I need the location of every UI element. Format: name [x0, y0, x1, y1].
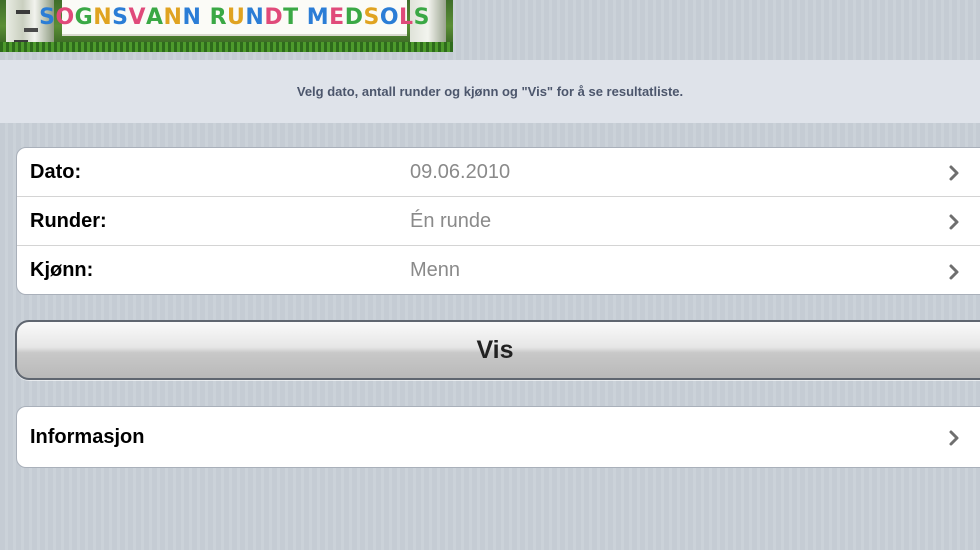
row-informasjon[interactable]: Informasjon	[17, 407, 980, 467]
banner-letter	[201, 5, 209, 30]
row-value-dato: 09.06.2010	[410, 160, 511, 183]
vis-button-label: Vis	[476, 335, 514, 364]
banner-letter: R	[209, 4, 228, 30]
banner-letter: S	[39, 4, 56, 30]
banner-letter: A	[146, 4, 164, 30]
row-dato[interactable]: Dato: 09.06.2010	[17, 148, 980, 197]
banner-grass	[0, 42, 453, 52]
banner-letter: N	[245, 4, 265, 30]
row-kjonn[interactable]: Kjønn: Menn	[17, 246, 980, 294]
banner-letter: O	[55, 4, 75, 30]
banner-letter: N	[163, 4, 183, 30]
banner-letter: M	[306, 4, 330, 30]
row-runder[interactable]: Runder: Én runde	[17, 197, 980, 246]
row-value-kjonn: Menn	[410, 259, 461, 281]
banner-letter: D	[264, 4, 284, 30]
chevron-right-icon	[948, 213, 962, 233]
banner-letter: N	[182, 4, 202, 30]
header-banner: SOGNSVANN RUNDT MEDSOLS	[0, 0, 453, 52]
banner-letter: L	[399, 4, 414, 30]
selection-form: Dato: 09.06.2010 Runder: Én runde Kjønn:…	[16, 147, 980, 295]
banner-letter: D	[344, 4, 364, 30]
banner-letter: E	[329, 4, 345, 30]
chevron-right-icon	[948, 164, 962, 184]
chevron-right-icon	[948, 263, 962, 283]
row-label-informasjon: Informasjon	[30, 425, 145, 448]
banner-letter: S	[413, 4, 430, 30]
banner-letter: T	[283, 4, 299, 30]
banner-letter	[299, 5, 307, 30]
banner-letter: G	[74, 4, 94, 30]
row-label-dato: Dato:	[30, 160, 82, 183]
row-label-runder: Runder:	[30, 209, 107, 232]
banner-logo-text: SOGNSVANN RUNDT MEDSOLS	[39, 0, 429, 36]
banner-letter: U	[227, 4, 246, 30]
info-group: Informasjon	[16, 406, 980, 468]
banner-letter: O	[379, 4, 400, 30]
banner-letter: S	[363, 4, 380, 30]
vis-button[interactable]: Vis	[15, 320, 980, 380]
row-label-kjonn: Kjønn:	[30, 259, 94, 281]
banner-letter: V	[128, 4, 147, 30]
row-value-runder: Én runde	[410, 209, 492, 232]
instruction-text: Velg dato, antall runder og kjønn og "Vi…	[0, 60, 980, 123]
banner-letter: N	[93, 4, 113, 30]
chevron-right-icon	[948, 429, 962, 449]
banner-letter: S	[112, 4, 129, 30]
